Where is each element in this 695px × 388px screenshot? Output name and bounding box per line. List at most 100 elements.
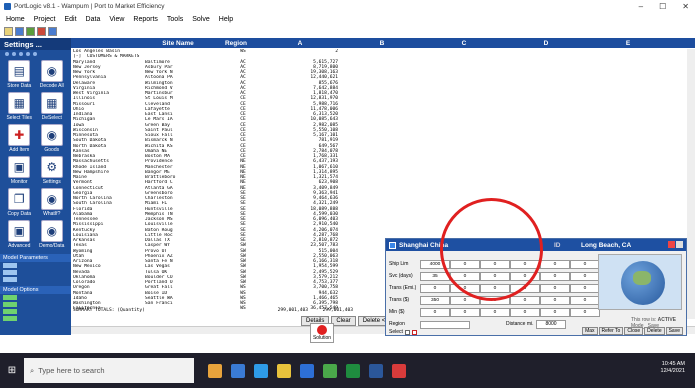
tool-label: Settings xyxy=(42,179,61,185)
edge-icon[interactable] xyxy=(254,363,268,378)
app-icon-9[interactable] xyxy=(392,363,406,378)
rate-cell[interactable]: 350 xyxy=(420,296,450,305)
select-checkbox-2[interactable] xyxy=(411,329,417,335)
rate-cell[interactable]: 0 xyxy=(570,272,600,281)
rate-cell[interactable]: 0 xyxy=(420,308,450,317)
dialog-save-button[interactable]: Save xyxy=(665,327,683,335)
solution-button[interactable]: Solution xyxy=(310,323,334,343)
store-icon[interactable] xyxy=(300,363,314,378)
column-d-header[interactable]: D xyxy=(505,40,587,47)
column-c-header[interactable]: C xyxy=(423,40,505,47)
settings-header[interactable]: Settings ... xyxy=(0,38,71,50)
grid-icon: ▦ xyxy=(8,92,31,114)
select-checkbox[interactable] xyxy=(404,329,410,335)
minimize-button[interactable]: – xyxy=(639,2,643,11)
dialog-help-icon[interactable] xyxy=(676,241,683,248)
model-options-section[interactable]: Model Options xyxy=(0,286,71,294)
rate-cell[interactable]: 0 xyxy=(450,308,480,317)
menu-edit[interactable]: Edit xyxy=(64,16,76,23)
chrome-icon[interactable] xyxy=(323,363,337,378)
deselect-tool[interactable]: ▦ DeSelect xyxy=(36,92,69,121)
select-tiles-tool[interactable]: ▦ Select Tiles xyxy=(3,92,36,121)
max-button[interactable]: Max xyxy=(582,327,598,335)
param-row[interactable] xyxy=(0,276,71,283)
model-parameters-section[interactable]: Model Parameters xyxy=(0,254,71,262)
taskbar: ⊞ ⌕ Type here to search 10:45 AM 12/4/20… xyxy=(0,353,695,388)
whatif-tool[interactable]: ◉ WhatIf? xyxy=(36,188,69,217)
distance-input[interactable]: 8000 xyxy=(536,320,566,329)
menu-help[interactable]: Help xyxy=(219,16,233,23)
column-a-header[interactable]: A xyxy=(259,40,341,47)
copy-data-tool[interactable]: ❐ Copy Data xyxy=(3,188,36,217)
rate-cell[interactable]: 0 xyxy=(570,296,600,305)
column-e-header[interactable]: E xyxy=(587,40,669,47)
settings-tool[interactable]: ⚙ Settings xyxy=(36,156,69,185)
option-row[interactable] xyxy=(0,301,71,308)
run-icon[interactable] xyxy=(26,27,35,36)
word-icon[interactable] xyxy=(369,363,383,378)
rate-cell[interactable]: 0 xyxy=(540,260,570,269)
option-row[interactable] xyxy=(0,315,71,322)
monitor-tool[interactable]: ▣ Monitor xyxy=(3,156,36,185)
param-row[interactable] xyxy=(0,269,71,276)
rate-cell[interactable]: 0 xyxy=(540,272,570,281)
dialog-delete-button[interactable]: Delete xyxy=(644,327,665,335)
site-name-header[interactable]: Site Name xyxy=(143,40,213,47)
menu-tools[interactable]: Tools xyxy=(167,16,183,23)
param-swatch xyxy=(3,263,17,268)
app-icon-1[interactable] xyxy=(208,363,222,378)
dialog-close-button[interactable]: Close xyxy=(624,327,644,335)
vertical-scrollbar[interactable] xyxy=(687,49,695,319)
stop-icon[interactable] xyxy=(37,27,46,36)
rate-cell[interactable]: 0 xyxy=(420,284,450,293)
menu-view[interactable]: View xyxy=(109,16,124,23)
min-cost-label: Min ($) xyxy=(389,309,405,315)
rate-cell[interactable]: 0 xyxy=(540,284,570,293)
rate-cell[interactable]: 0 xyxy=(510,308,540,317)
dialog-close-icon[interactable] xyxy=(668,241,675,248)
column-b-header[interactable]: B xyxy=(341,40,423,47)
add-item-tool[interactable]: ✚ Add Item xyxy=(3,124,36,153)
param-swatch xyxy=(3,270,17,275)
rate-cell[interactable]: 0 xyxy=(570,284,600,293)
rate-cell[interactable]: 0 xyxy=(540,296,570,305)
open-folder-icon[interactable] xyxy=(4,27,13,36)
folder-icon[interactable] xyxy=(277,363,291,378)
app-icon-2[interactable] xyxy=(231,363,245,378)
rate-cell[interactable]: 0 xyxy=(510,296,540,305)
rate-cell[interactable]: 0 xyxy=(540,308,570,317)
option-row[interactable] xyxy=(0,308,71,315)
demo-data-tool[interactable]: ◉ Demo/Data xyxy=(36,220,69,249)
menu-solve[interactable]: Solve xyxy=(192,16,210,23)
maximize-button[interactable]: ☐ xyxy=(659,2,666,11)
chart-icon[interactable] xyxy=(48,27,57,36)
menu-reports[interactable]: Reports xyxy=(133,16,158,23)
excel-icon[interactable] xyxy=(346,363,360,378)
region-header[interactable]: Region xyxy=(213,40,259,47)
taskbar-search[interactable]: ⌕ Type here to search xyxy=(24,358,194,383)
store-data-tool[interactable]: ▤ Store Data xyxy=(3,60,36,89)
rate-cell[interactable]: 0 xyxy=(570,260,600,269)
advanced-tool[interactable]: ▣ Advanced xyxy=(3,220,36,249)
menu-project[interactable]: Project xyxy=(34,16,56,23)
decode-all-tool[interactable]: ◉ Decode All xyxy=(36,60,69,89)
close-button[interactable]: ✕ xyxy=(682,2,689,11)
window-title: PortLogic v8.1 - Wampum | Port to Market… xyxy=(14,3,165,10)
rate-cell[interactable]: 0 xyxy=(570,308,600,317)
option-row[interactable] xyxy=(0,294,71,301)
rate-cell[interactable]: 0 xyxy=(480,308,510,317)
clear-button[interactable]: Clear xyxy=(331,316,356,326)
save-icon[interactable] xyxy=(15,27,24,36)
refer-to-button[interactable]: Refer To xyxy=(598,327,624,335)
menu-home[interactable]: Home xyxy=(6,16,25,23)
system-tray[interactable]: 10:45 AM 12/4/2021 xyxy=(661,361,685,375)
region-input[interactable] xyxy=(420,321,470,329)
goods-tool[interactable]: ◉ Goods xyxy=(36,124,69,153)
svc-days-label: Svc (days) xyxy=(389,273,413,279)
param-row[interactable] xyxy=(0,262,71,269)
app-icon xyxy=(4,3,11,10)
windows-start-icon[interactable]: ⊞ xyxy=(0,365,24,376)
menu-data[interactable]: Data xyxy=(86,16,101,23)
circle-icon: ◉ xyxy=(40,60,63,82)
summary-value-1: 299,001,403 xyxy=(277,308,308,313)
